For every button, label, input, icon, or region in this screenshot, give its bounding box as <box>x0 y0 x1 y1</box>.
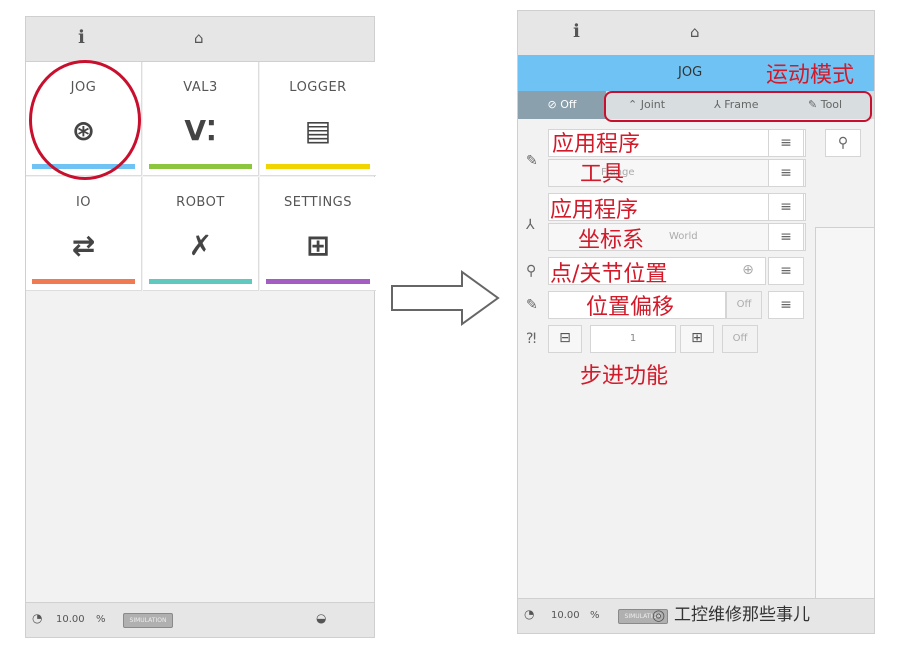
highlight-circle <box>29 60 141 180</box>
tool-menu-button[interactable]: ≡ <box>768 159 804 187</box>
tile-robot[interactable]: ROBOT ✗ <box>143 177 259 291</box>
watermark: ◎ 工控维修那些事儿 <box>652 600 810 625</box>
step-off-toggle[interactable]: Off <box>722 325 758 353</box>
tile-val3[interactable]: VAL3 V⁚ <box>143 62 259 176</box>
tile-color-bar <box>149 279 252 284</box>
speedometer-icon: ◔ <box>524 607 535 621</box>
watermark-text: 工控维修那些事儿 <box>674 605 810 625</box>
tile-label: LOGGER <box>289 80 347 95</box>
annotation-motion-mode: 运动模式 <box>766 63 855 88</box>
io-arrows-icon: ⇄ <box>71 229 96 262</box>
step-value[interactable]: 1 <box>590 325 676 353</box>
point-menu-button[interactable]: ≡ <box>768 257 804 285</box>
main-menu-panel: ℹ ⌂ JOG ⊛ VAL3 V⁚ LOGGER ▤ IO ⇄ ROBOT ✗ … <box>25 16 376 638</box>
simulation-chip: SIMULATION <box>123 613 173 628</box>
tool-icon: ✎ <box>526 153 538 169</box>
tile-label: SETTINGS <box>283 195 352 210</box>
sliders-icon: ⊞ <box>306 229 330 262</box>
speed-unit: % <box>590 610 600 621</box>
tile-label: IO <box>75 195 92 210</box>
tile-color-bar <box>32 279 135 284</box>
annotation-step-function: 步进功能 <box>580 364 669 389</box>
annotation-app-program-1: 应用程序 <box>552 132 641 157</box>
tile-settings[interactable]: SETTINGS ⊞ <box>260 177 376 291</box>
off-button[interactable]: ⊘ Off <box>518 91 606 119</box>
step-icon: ⁈ <box>526 331 537 347</box>
step-minus-button[interactable]: ⊟ <box>548 325 582 353</box>
annotation-position-offset: 位置偏移 <box>586 295 675 320</box>
speed-unit: % <box>96 614 106 625</box>
status-bar: ◔ 10.00 % SIMULATION ◒ <box>26 602 374 637</box>
frame-value: World <box>669 231 698 242</box>
tile-color-bar <box>266 279 370 284</box>
speedometer-icon: ◔ <box>32 611 43 625</box>
val3-icon: V⁚ <box>184 114 217 147</box>
info-icon[interactable]: ℹ <box>78 27 85 48</box>
annotation-coordinate-system: 坐标系 <box>578 228 645 253</box>
target-icon[interactable]: ⊕ <box>730 257 766 285</box>
right-arrow-icon <box>391 270 500 326</box>
top-toolbar: ℹ ⌂ <box>26 17 374 62</box>
side-column <box>815 227 874 602</box>
document-icon: ▤ <box>304 114 332 147</box>
highlight-rect <box>604 91 872 122</box>
frame-menu-button[interactable]: ≡ <box>768 223 804 251</box>
teach-tool-button[interactable]: ⚲ <box>825 129 861 157</box>
step-plus-button[interactable]: ⊞ <box>680 325 714 353</box>
annotation-tool: 工具 <box>580 162 625 187</box>
frame-icon: ⅄ <box>526 217 535 233</box>
info-icon[interactable]: ℹ <box>573 21 580 42</box>
tile-label: ROBOT <box>176 195 225 210</box>
tile-label: VAL3 <box>183 80 218 95</box>
robot-arm-icon[interactable]: ⌂ <box>194 29 204 47</box>
top-toolbar: ℹ ⌂ <box>518 11 874 56</box>
offset-off-toggle[interactable]: Off <box>726 291 762 319</box>
jog-title: JOG <box>678 65 703 80</box>
tile-color-bar <box>149 164 252 169</box>
tile-io[interactable]: IO ⇄ <box>26 177 142 291</box>
tile-color-bar <box>266 164 370 169</box>
wechat-icon: ◎ <box>652 606 666 624</box>
robot-status-icon: ◒ <box>316 611 327 625</box>
tool-app-menu-button[interactable]: ≡ <box>768 129 804 157</box>
tools-icon: ✗ <box>188 229 213 262</box>
jog-panel: ℹ ⌂ JOG ⊘ Off ⌃ Joint ⅄ Frame ✎ Tool ✎ ≡… <box>517 10 875 634</box>
offset-icon: ✎ <box>526 297 538 313</box>
speed-value: 10.00 <box>56 614 85 625</box>
offset-menu-button[interactable]: ≡ <box>768 291 804 319</box>
tile-logger[interactable]: LOGGER ▤ <box>260 62 376 176</box>
annotation-app-program-2: 应用程序 <box>550 198 639 223</box>
speed-value: 10.00 <box>551 610 580 621</box>
frame-app-menu-button[interactable]: ≡ <box>768 193 804 221</box>
robot-arm-icon[interactable]: ⌂ <box>690 23 700 41</box>
point-icon: ⚲ <box>526 263 537 279</box>
annotation-point-joint-position: 点/关节位置 <box>550 262 668 287</box>
